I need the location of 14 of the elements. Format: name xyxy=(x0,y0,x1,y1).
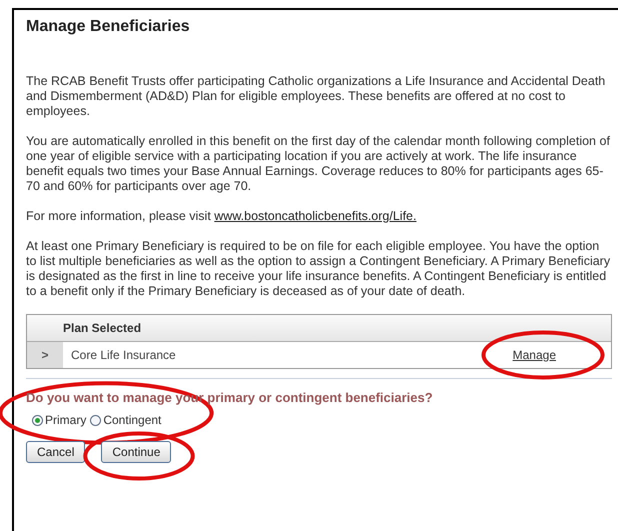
page-title: Manage Beneficiaries xyxy=(26,18,191,36)
radio-option[interactable]: Primary xyxy=(32,413,86,427)
paragraph: You are automatically enrolled in this benefit on the first day of the calendar month following completion of one year of eligible service with a participating location if you are actively at work. The life insurance benefit equals two times your Base Annual Earnings. Coverage reduces to 80% for participants ages 65-70 and 60% for participants over age 70. xyxy=(26,134,611,194)
website-link[interactable]: www.bostoncatholicbenefits.org/Life. xyxy=(214,209,416,223)
cancel-button[interactable]: Cancel xyxy=(26,441,86,463)
paragraph: For more information, please visit www.bostoncatholicbenefits.org/Life. xyxy=(26,209,418,224)
paragraph: The RCAB Benefit Trusts offer participating Catholic organizations a Life Insurance and Accidental Death and Dismemberment (AD&D) Plan for eligible employees. These benefits are offered at no cost to employees. xyxy=(26,74,606,119)
paragraph: At least one Primary Beneficiary is required to be on file for each eligible employee. You have the option to list multiple beneficiaries as well as the option to assign a Contingent Beneficiary. A Primary Beneficiary is designated as the first in line to receive your life insurance benefits. A Contingent Beneficiary is entitled to a benefit only if the Primary Beneficiary is deceased as of your date of death. xyxy=(26,239,612,299)
radio-option[interactable]: Contingent xyxy=(90,413,162,427)
continue-button[interactable]: Continue xyxy=(101,441,172,463)
table-cell-text: Core Life Insurance xyxy=(70,348,177,362)
manage-link[interactable]: Manage xyxy=(512,348,556,362)
column-header: Plan Selected xyxy=(63,321,142,335)
expand-button[interactable]: > xyxy=(27,342,63,368)
